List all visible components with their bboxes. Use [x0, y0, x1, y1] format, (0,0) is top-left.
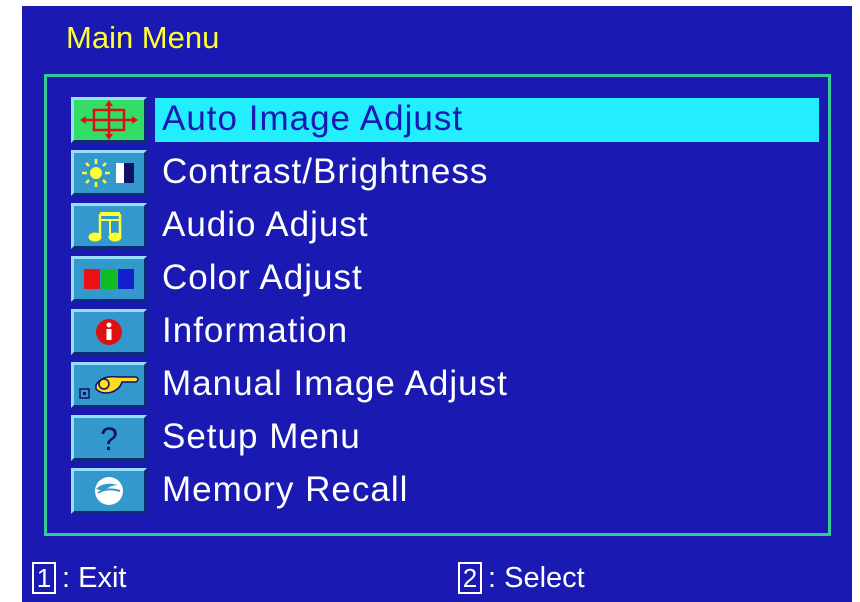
menu-item-memory-recall[interactable]: Memory Recall: [71, 468, 836, 516]
menu-item-label: Memory Recall: [162, 470, 409, 509]
question-icon: ?: [71, 415, 147, 461]
menu-item-setup-menu[interactable]: ? Setup Menu: [71, 415, 836, 463]
color-bars-icon: [71, 256, 147, 302]
menu-item-label: Setup Menu: [162, 417, 361, 456]
menu-item-label: Manual Image Adjust: [162, 364, 508, 403]
svg-text:?: ?: [100, 421, 118, 457]
menu-item-contrast-brightness[interactable]: Contrast/Brightness: [71, 150, 836, 198]
auto-adjust-icon: [71, 97, 147, 143]
select-label: : Select: [488, 562, 585, 594]
info-icon: [71, 309, 147, 355]
menu-item-label: Auto Image Adjust: [162, 99, 464, 138]
menu-item-auto-image-adjust[interactable]: Auto Image Adjust: [71, 97, 836, 145]
audio-icon: [71, 203, 147, 249]
select-hint: 2: Select: [458, 562, 585, 595]
menu-item-manual-image-adjust[interactable]: Manual Image Adjust: [71, 362, 836, 410]
menu-item-information[interactable]: Information: [71, 309, 836, 357]
menu-item-label: Color Adjust: [162, 258, 363, 297]
exit-key[interactable]: 1: [32, 562, 56, 594]
menu-item-audio-adjust[interactable]: Audio Adjust: [71, 203, 836, 251]
select-key[interactable]: 2: [458, 562, 482, 594]
brightness-icon: [71, 150, 147, 196]
exit-hint: 1: Exit: [32, 562, 126, 595]
osd-screen: Main Menu Auto Image Adjust Contrast/Bri…: [22, 6, 852, 602]
menu-title: Main Menu: [66, 20, 220, 55]
menu-frame: Auto Image Adjust Contrast/Brightness Au…: [44, 74, 831, 536]
menu-item-label: Information: [162, 311, 349, 350]
memory-recall-icon: [71, 468, 147, 514]
menu-item-label: Contrast/Brightness: [162, 152, 489, 191]
menu-item-label: Audio Adjust: [162, 205, 369, 244]
exit-label: : Exit: [62, 562, 127, 594]
manual-adjust-icon: [71, 362, 147, 408]
menu-item-color-adjust[interactable]: Color Adjust: [71, 256, 836, 304]
